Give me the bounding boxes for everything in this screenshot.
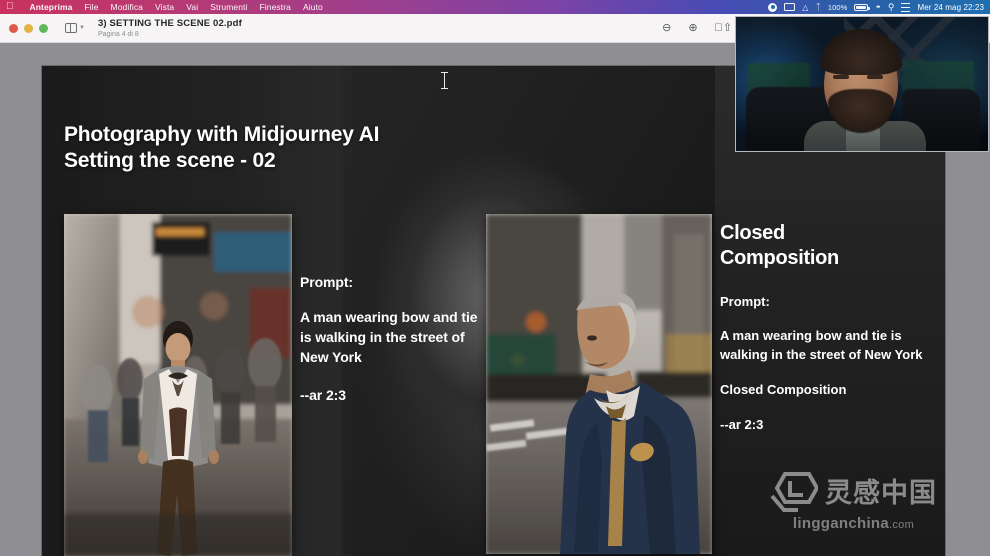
zoom-in-icon[interactable]: ⊕	[688, 23, 697, 34]
slide-title: Photography with Midjourney AI Setting t…	[64, 122, 379, 174]
apple-logo-icon[interactable]: 	[6, 2, 14, 12]
closed-composition-heading: Closed Composition	[720, 221, 930, 271]
macos-menu-bar:  Anteprima File Modifica Vista Vai Stru…	[0, 0, 990, 14]
display-icon[interactable]	[784, 3, 796, 11]
menu-item-file[interactable]: File	[78, 0, 104, 14]
menu-item-anteprima[interactable]: Anteprima	[24, 0, 79, 14]
menu-item-finestra[interactable]: Finestra	[254, 0, 298, 14]
webcam-overlay[interactable]	[735, 16, 989, 152]
zoom-out-icon[interactable]: ⊖	[662, 23, 671, 34]
street-photo-navy-blazer-svg	[486, 214, 712, 554]
battery-percent-label: 100%	[827, 2, 848, 12]
close-button[interactable]	[9, 23, 18, 33]
zoom-button[interactable]	[39, 23, 48, 33]
menu-item-aiuto[interactable]: Aiuto	[297, 0, 329, 14]
middle-text-column: Prompt: A man wearing bow and tie is wal…	[300, 273, 490, 405]
menu-item-vai[interactable]: Vai	[180, 0, 204, 14]
slide-title-line-2: Setting the scene - 02	[64, 149, 276, 172]
photo-left-open-composition	[64, 214, 292, 556]
minimize-button[interactable]	[24, 23, 33, 33]
closed-composition-heading-line-2: Composition	[720, 247, 839, 269]
right-aspect-ratio: --ar 2:3	[720, 417, 764, 432]
closed-composition-heading-line-1: Closed	[720, 222, 785, 244]
street-photo-grey-suit-svg	[64, 214, 292, 556]
menu-item-modifica[interactable]: Modifica	[105, 0, 149, 14]
sidebar-toggle-button[interactable]: ▼	[65, 22, 85, 34]
screen-root:  Anteprima File Modifica Vista Vai Stru…	[0, 0, 990, 556]
share-icon[interactable]: ⇧	[715, 23, 732, 34]
middle-prompt-label: Prompt:	[300, 274, 353, 290]
sidebar-toggle-icon	[65, 22, 77, 34]
webcam-presenter-eye-right	[867, 75, 883, 79]
middle-prompt-text: A man wearing bow and tie is walking in …	[300, 309, 478, 365]
document-title-block: 3) SETTING THE SCENE 02.pdf Pagina 4 di …	[98, 18, 242, 39]
control-center-icon[interactable]	[901, 2, 911, 12]
airplay-icon[interactable]: △	[802, 3, 808, 12]
wifi-icon[interactable]: ◓	[875, 2, 880, 12]
right-prompt-text: A man wearing bow and tie is walking in …	[720, 328, 923, 362]
chevron-down-icon: ▼	[79, 25, 85, 31]
menu-bar-clock[interactable]: Mer 24 mag 22:23	[917, 3, 984, 12]
battery-full-icon[interactable]	[854, 3, 870, 11]
window-traffic-lights	[0, 23, 48, 33]
webcam-presenter-eye-left	[833, 75, 849, 79]
photo-right-closed-composition	[486, 214, 712, 554]
document-title: 3) SETTING THE SCENE 02.pdf	[97, 17, 242, 29]
menu-bar-items:  Anteprima File Modifica Vista Vai Stru…	[0, 0, 329, 14]
bluetooth-icon[interactable]: ᛏ	[815, 2, 820, 12]
screen-record-icon[interactable]	[768, 2, 778, 12]
right-prompt-label: Prompt:	[720, 294, 770, 309]
spotlight-search-icon[interactable]: ⚲	[888, 2, 895, 12]
right-text-column: Closed Composition Prompt: A man wearing…	[720, 221, 930, 434]
menu-item-strumenti[interactable]: Strumenti	[204, 0, 253, 14]
menu-bar-status-area: △ ᛏ 100% ◓ ⚲ Mer 24 mag 22:23	[768, 2, 990, 12]
right-modifier-text: Closed Composition	[720, 382, 847, 397]
slide-title-line-1: Photography with Midjourney AI	[64, 123, 380, 146]
window-toolbar: ⊖ ⊕ ⇧	[662, 14, 732, 43]
menu-item-vista[interactable]: Vista	[149, 0, 180, 14]
middle-aspect-ratio: --ar 2:3	[300, 387, 346, 403]
page-status-label: Pagina 4 di 8	[97, 30, 139, 38]
